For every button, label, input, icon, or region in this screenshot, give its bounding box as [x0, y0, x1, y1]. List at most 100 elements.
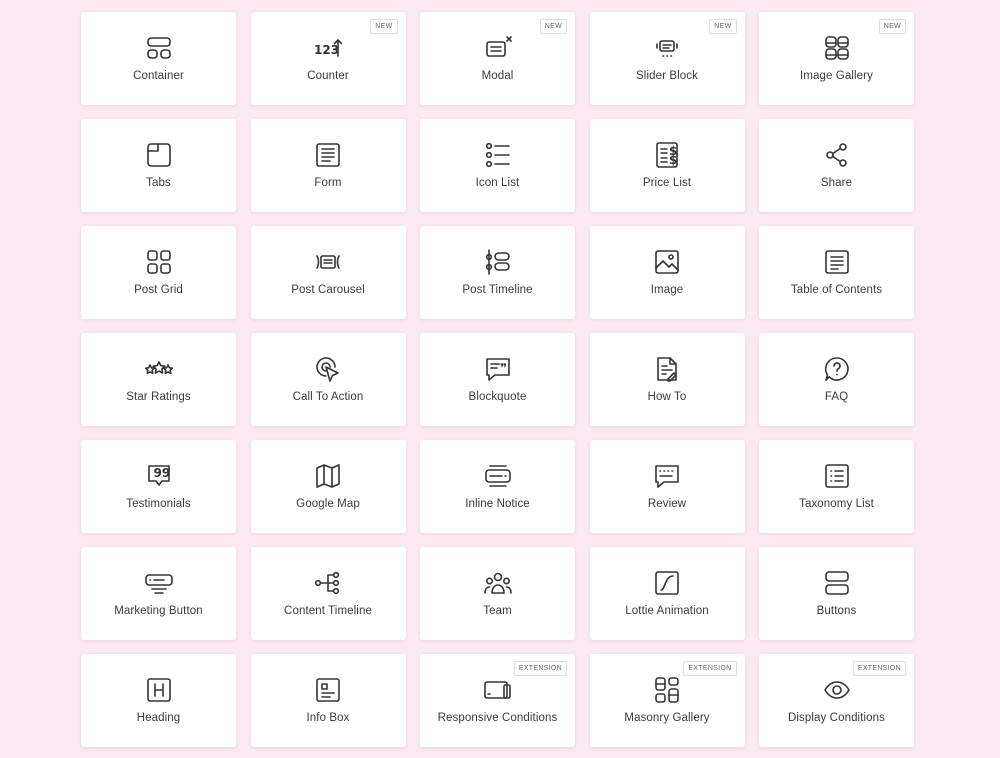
block-card-table-of-contents[interactable]: Table of Contents [759, 226, 914, 319]
svg-text:$: $ [669, 153, 677, 167]
block-label: Review [647, 498, 687, 510]
block-label: Share [820, 177, 853, 189]
post-timeline-icon [483, 247, 513, 277]
form-icon [313, 140, 343, 170]
block-card-content-timeline[interactable]: Content Timeline [250, 547, 406, 640]
heading-icon [144, 675, 174, 705]
block-label: Masonry Gallery [624, 712, 710, 724]
block-label: Star Ratings [126, 391, 191, 403]
block-card-blockquote[interactable]: ❞ Blockquote [420, 333, 575, 426]
block-card-call-to-action[interactable]: Call To Action [250, 333, 406, 426]
content-timeline-icon [313, 568, 343, 598]
price-list-icon: $ $ [652, 140, 682, 170]
blocks-grid: Container NEW 123 Counter NEW Modal NEW … [81, 12, 914, 747]
block-card-testimonials[interactable]: 99 Testimonials [81, 440, 236, 533]
block-card-display-conditions[interactable]: EXTENSION Display Conditions [759, 654, 914, 747]
block-label: Google Map [296, 498, 360, 510]
block-card-responsive-conditions[interactable]: EXTENSION Responsive Conditions [420, 654, 575, 747]
new-badge: NEW [370, 19, 398, 34]
block-card-modal[interactable]: NEW Modal [420, 12, 575, 105]
block-card-container[interactable]: Container [81, 12, 236, 105]
google-map-icon [313, 461, 343, 491]
block-label: Testimonials [126, 498, 191, 510]
block-label: Display Conditions [787, 712, 886, 724]
block-card-post-grid[interactable]: Post Grid [81, 226, 236, 319]
masonry-gallery-icon [652, 675, 682, 705]
block-card-google-map[interactable]: Google Map [250, 440, 406, 533]
block-label: Post Timeline [462, 284, 533, 296]
testimonials-icon: 99 [144, 461, 174, 491]
buttons-icon [822, 568, 852, 598]
faq-icon [822, 354, 852, 384]
blockquote-icon: ❞ [483, 354, 513, 384]
block-label: Inline Notice [465, 498, 530, 510]
block-card-team[interactable]: Team [420, 547, 575, 640]
block-card-post-timeline[interactable]: Post Timeline [420, 226, 575, 319]
block-card-slider-block[interactable]: NEW Slider Block [589, 12, 745, 105]
extension-badge: EXTENSION [683, 661, 737, 676]
block-card-form[interactable]: Form [250, 119, 406, 212]
block-label: Post Carousel [291, 284, 365, 296]
block-label: How To [647, 391, 687, 403]
slider-icon [652, 33, 682, 63]
team-icon [483, 568, 513, 598]
block-card-lottie-animation[interactable]: Lottie Animation [589, 547, 745, 640]
block-card-review[interactable]: Review [589, 440, 745, 533]
block-card-inline-notice[interactable]: Inline Notice [420, 440, 575, 533]
block-card-tabs[interactable]: Tabs [81, 119, 236, 212]
block-card-share[interactable]: Share [759, 119, 914, 212]
block-label: Call To Action [292, 391, 364, 403]
block-card-faq[interactable]: FAQ [759, 333, 914, 426]
block-label: Container [133, 70, 184, 82]
display-conditions-icon [822, 675, 852, 705]
block-label: Image Gallery [800, 70, 873, 82]
container-icon [144, 33, 174, 63]
post-grid-icon [144, 247, 174, 277]
block-label: Team [483, 605, 512, 617]
block-card-marketing-button[interactable]: Marketing Button [81, 547, 236, 640]
block-label: Form [314, 177, 342, 189]
image-icon [652, 247, 682, 277]
block-card-info-box[interactable]: Info Box [250, 654, 406, 747]
block-label: Counter [307, 70, 349, 82]
image-gallery-icon [822, 33, 852, 63]
block-label: Content Timeline [284, 605, 372, 617]
info-box-icon [313, 675, 343, 705]
block-label: Modal [481, 70, 514, 82]
block-label: Blockquote [468, 391, 527, 403]
call-to-action-icon [313, 354, 343, 384]
svg-text:99: 99 [153, 466, 170, 480]
icon-list-icon [483, 140, 513, 170]
block-label: Responsive Conditions [437, 712, 558, 724]
block-label: Heading [136, 712, 181, 724]
block-label: Price List [642, 177, 692, 189]
lottie-animation-icon [652, 568, 682, 598]
responsive-conditions-icon [483, 675, 513, 705]
marketing-button-icon [144, 568, 174, 598]
block-card-heading[interactable]: Heading [81, 654, 236, 747]
extension-badge: EXTENSION [513, 661, 567, 676]
block-card-post-carousel[interactable]: Post Carousel [250, 226, 406, 319]
modal-icon [483, 33, 513, 63]
block-label: Buttons [816, 605, 857, 617]
block-label: Taxonomy List [799, 498, 874, 510]
block-card-masonry-gallery[interactable]: EXTENSION Masonry Gallery [589, 654, 745, 747]
table-of-contents-icon [822, 247, 852, 277]
block-card-taxonomy-list[interactable]: Taxonomy List [759, 440, 914, 533]
block-card-image[interactable]: Image [589, 226, 745, 319]
block-card-icon-list[interactable]: Icon List [420, 119, 575, 212]
star-ratings-icon [144, 354, 174, 384]
block-card-image-gallery[interactable]: NEW Image Gallery [759, 12, 914, 105]
tabs-icon [144, 140, 174, 170]
block-card-how-to[interactable]: How To [589, 333, 745, 426]
block-card-star-ratings[interactable]: Star Ratings [81, 333, 236, 426]
block-card-price-list[interactable]: $ $ Price List [589, 119, 745, 212]
block-label: Info Box [306, 712, 350, 724]
block-label: Icon List [475, 177, 520, 189]
block-card-buttons[interactable]: Buttons [759, 547, 914, 640]
block-card-counter[interactable]: NEW 123 Counter [250, 12, 406, 105]
counter-icon: 123 [313, 33, 343, 63]
extension-badge: EXTENSION [852, 661, 906, 676]
block-label: Slider Block [636, 70, 698, 82]
new-badge: NEW [709, 19, 737, 34]
